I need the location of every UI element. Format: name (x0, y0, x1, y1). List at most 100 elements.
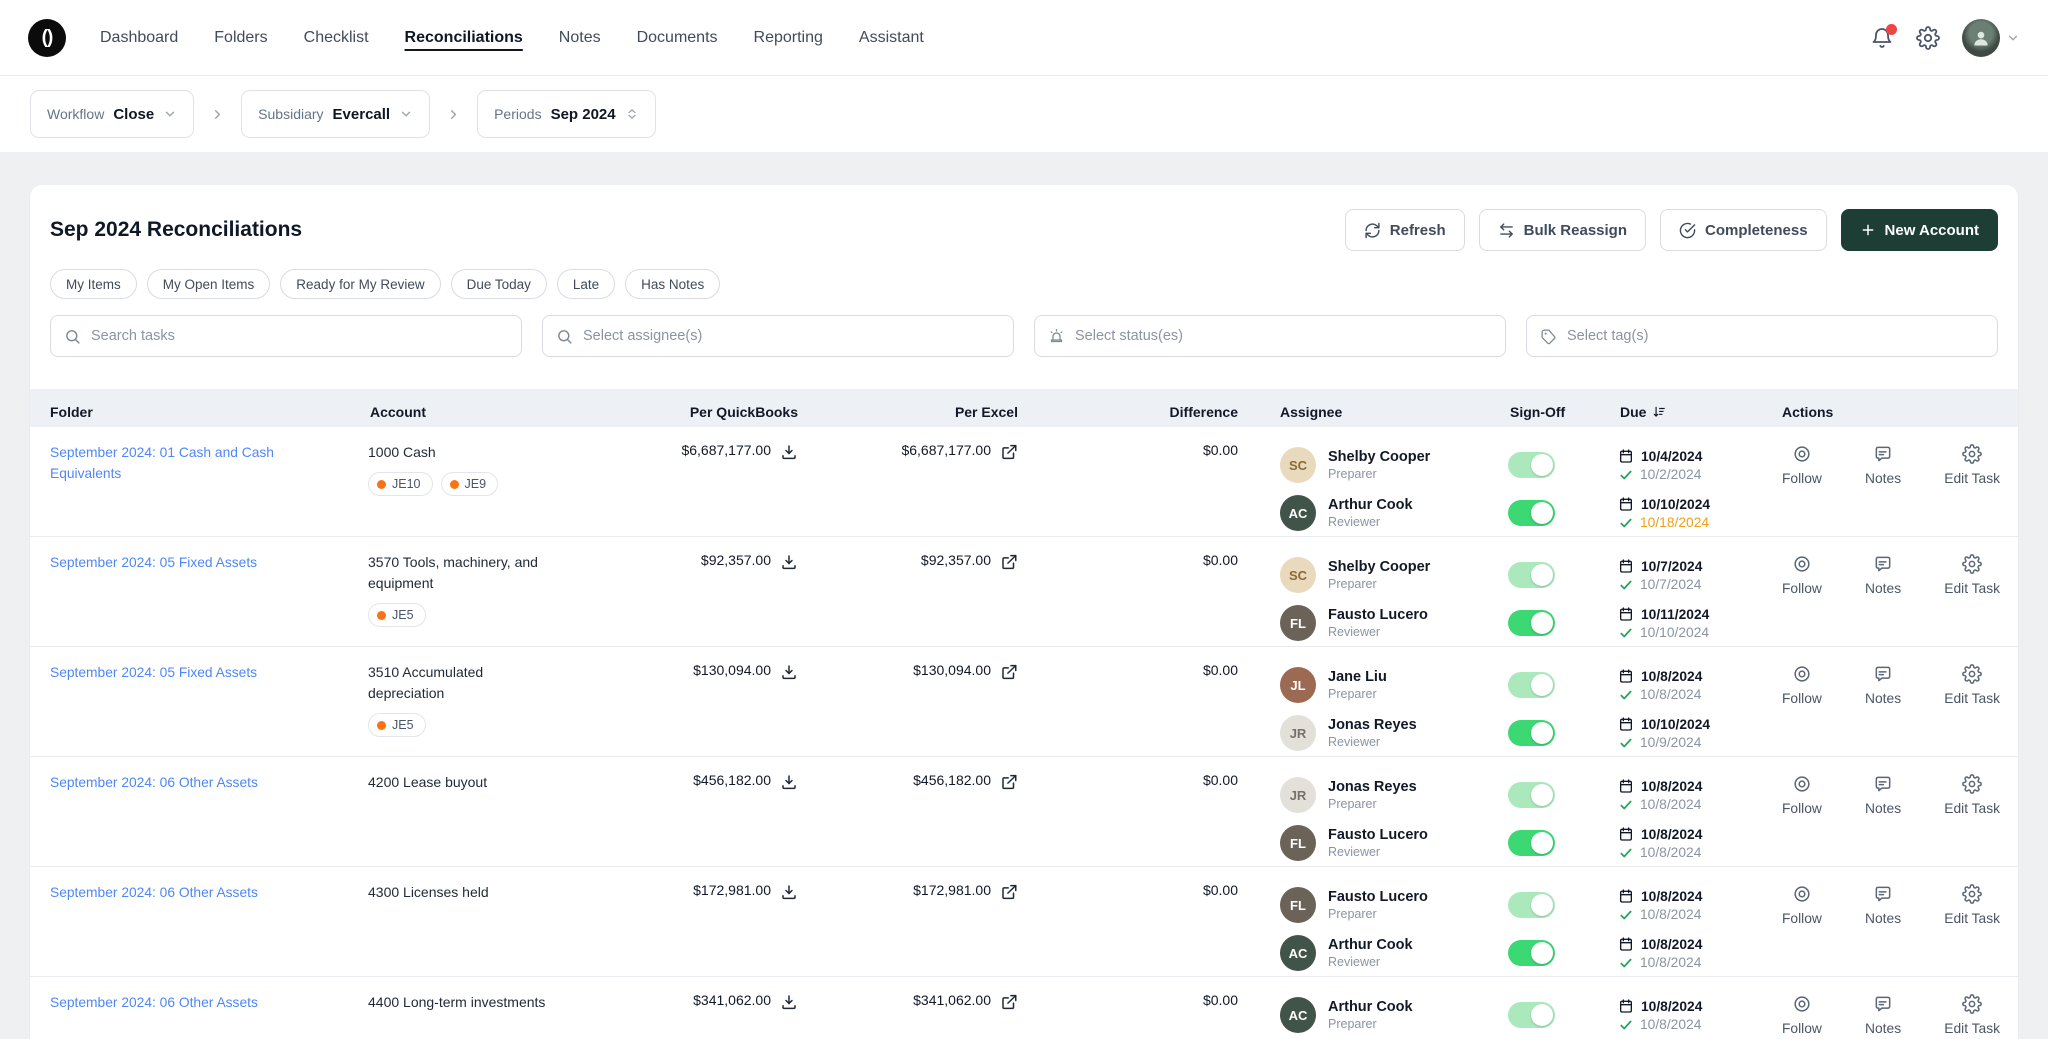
folder-link[interactable]: September 2024: 06 Other Assets (50, 775, 258, 790)
download-icon[interactable] (780, 443, 798, 461)
assignee-name: Jonas Reyes (1328, 779, 1417, 795)
signoff-toggle[interactable] (1508, 562, 1555, 588)
notes-button[interactable]: Notes (1865, 664, 1901, 706)
edit-task-button[interactable]: Edit Task (1944, 554, 2000, 596)
col-per-quickbooks: Per QuickBooks (640, 404, 810, 420)
external-link-icon[interactable] (1000, 663, 1018, 681)
download-icon[interactable] (780, 883, 798, 901)
search-tasks-field[interactable] (50, 315, 522, 357)
external-link-icon[interactable] (1000, 993, 1018, 1011)
edit-task-button[interactable]: Edit Task (1944, 884, 2000, 926)
notes-button[interactable]: Notes (1865, 554, 1901, 596)
nav-folders[interactable]: Folders (214, 29, 267, 47)
folder-link[interactable]: September 2024: 06 Other Assets (50, 885, 258, 900)
nav-checklist[interactable]: Checklist (304, 29, 369, 47)
edit-task-button[interactable]: Edit Task (1944, 994, 2000, 1036)
due-date: 10/8/2024 (1641, 999, 1702, 1014)
app-logo[interactable]: () (28, 19, 66, 57)
search-row (30, 299, 2018, 357)
check-icon (1619, 956, 1633, 970)
check-icon (1619, 468, 1633, 482)
edit-task-button[interactable]: Edit Task (1944, 664, 2000, 706)
follow-button[interactable]: Follow (1782, 994, 1822, 1036)
workflow-selector[interactable]: Workflow Close (30, 90, 194, 138)
signoff-toggle[interactable] (1508, 782, 1555, 808)
per-excel-amount: $341,062.00 (913, 992, 991, 1011)
nav-documents[interactable]: Documents (637, 29, 718, 47)
assignee-role: Reviewer (1328, 625, 1428, 639)
folder-link[interactable]: September 2024: 06 Other Assets (50, 995, 258, 1010)
nav-notes[interactable]: Notes (559, 29, 601, 47)
completed-date: 10/2/2024 (1640, 467, 1701, 482)
follow-button[interactable]: Follow (1782, 444, 1822, 486)
follow-button[interactable]: Follow (1782, 664, 1822, 706)
download-icon[interactable] (780, 773, 798, 791)
notes-button[interactable]: Notes (1865, 444, 1901, 486)
signoff-toggle[interactable] (1508, 892, 1555, 918)
account-tags: JE10JE9 (368, 472, 640, 496)
notes-button[interactable]: Notes (1865, 884, 1901, 926)
signoff-toggle[interactable] (1508, 672, 1555, 698)
subsidiary-selector[interactable]: Subsidiary Evercall (241, 90, 430, 138)
assignee-avatar: AC (1280, 935, 1316, 971)
edit-task-button[interactable]: Edit Task (1944, 444, 2000, 486)
signoff-toggle[interactable] (1508, 610, 1555, 636)
filter-due-today[interactable]: Due Today (451, 269, 547, 299)
tag-filter-input[interactable] (1567, 328, 1984, 344)
bulk-reassign-button[interactable]: Bulk Reassign (1479, 209, 1646, 251)
signoff-toggle[interactable] (1508, 940, 1555, 966)
external-link-icon[interactable] (1000, 883, 1018, 901)
signoff-toggle[interactable] (1508, 452, 1555, 478)
completeness-button[interactable]: Completeness (1660, 209, 1827, 251)
refresh-button[interactable]: Refresh (1345, 209, 1465, 251)
signoff-toggle[interactable] (1508, 830, 1555, 856)
periods-selector[interactable]: Periods Sep 2024 (477, 90, 656, 138)
external-link-icon[interactable] (1000, 773, 1018, 791)
nav-reconciliations[interactable]: Reconciliations (405, 29, 523, 47)
completed-date: 10/8/2024 (1640, 845, 1701, 860)
user-menu[interactable] (1962, 19, 2020, 57)
due-entry: 10/7/202410/7/2024 (1618, 552, 1780, 598)
follow-button[interactable]: Follow (1782, 884, 1822, 926)
search-tasks-input[interactable] (91, 328, 508, 344)
nav-dashboard[interactable]: Dashboard (100, 29, 178, 47)
folder-link[interactable]: September 2024: 05 Fixed Assets (50, 665, 257, 680)
follow-button[interactable]: Follow (1782, 554, 1822, 596)
new-account-label: New Account (1885, 222, 1979, 239)
due-entry: 10/11/202410/10/2024 (1618, 600, 1780, 646)
status-filter-field[interactable] (1034, 315, 1506, 357)
notifications-button[interactable] (1870, 26, 1894, 50)
status-filter-input[interactable] (1075, 328, 1492, 344)
due-date: 10/10/2024 (1641, 717, 1710, 732)
filter-has-notes[interactable]: Has Notes (625, 269, 720, 299)
download-icon[interactable] (780, 553, 798, 571)
nav-assistant[interactable]: Assistant (859, 29, 924, 47)
assignee-filter-field[interactable] (542, 315, 1014, 357)
signoff-toggle[interactable] (1508, 1002, 1555, 1028)
notes-button[interactable]: Notes (1865, 774, 1901, 816)
filter-ready-for-my-review[interactable]: Ready for My Review (280, 269, 440, 299)
notes-button[interactable]: Notes (1865, 994, 1901, 1036)
tag-filter-field[interactable] (1526, 315, 1998, 357)
filter-my-items[interactable]: My Items (50, 269, 137, 299)
signoff-toggle[interactable] (1508, 500, 1555, 526)
check-icon (1619, 516, 1633, 530)
assignee-filter-input[interactable] (583, 328, 1000, 344)
new-account-button[interactable]: New Account (1841, 209, 1998, 251)
signoff-toggle[interactable] (1508, 720, 1555, 746)
table-row: September 2024: 01 Cash and Cash Equival… (30, 427, 2018, 537)
folder-link[interactable]: September 2024: 01 Cash and Cash Equival… (50, 445, 274, 481)
col-due-sortable[interactable]: Due (1618, 404, 1780, 420)
folder-link[interactable]: September 2024: 05 Fixed Assets (50, 555, 257, 570)
settings-button[interactable] (1916, 26, 1940, 50)
edit-task-button[interactable]: Edit Task (1944, 774, 2000, 816)
filter-my-open-items[interactable]: My Open Items (147, 269, 271, 299)
download-icon[interactable] (780, 993, 798, 1011)
nav-reporting[interactable]: Reporting (754, 29, 823, 47)
follow-button[interactable]: Follow (1782, 774, 1822, 816)
toggle-knob (1531, 612, 1553, 634)
external-link-icon[interactable] (1000, 443, 1018, 461)
filter-late[interactable]: Late (557, 269, 615, 299)
download-icon[interactable] (780, 663, 798, 681)
external-link-icon[interactable] (1000, 553, 1018, 571)
